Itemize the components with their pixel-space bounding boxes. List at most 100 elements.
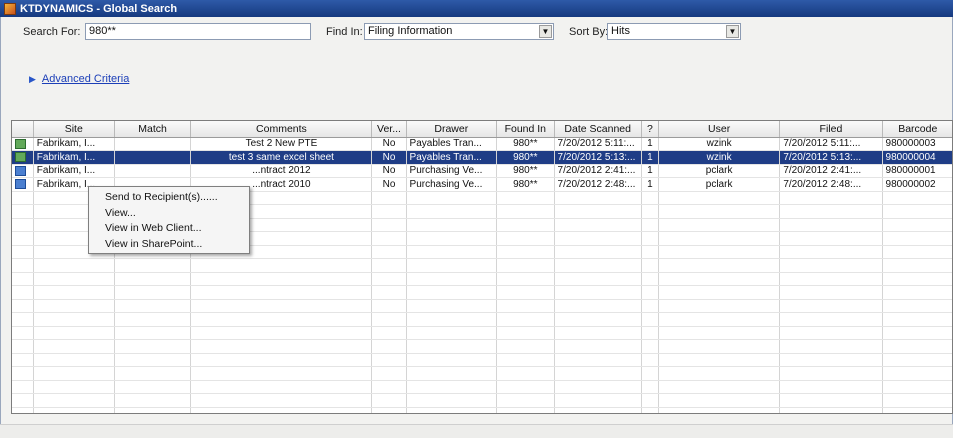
cell-filed: 7/20/2012 2:48:... <box>779 177 883 192</box>
cell-comments: Test 2 New PTE <box>190 137 373 151</box>
cell-match <box>114 150 192 165</box>
empty-row <box>12 312 952 327</box>
cell-date-scanned: 7/20/2012 5:13:... <box>554 150 642 165</box>
cell-filed: 7/20/2012 5:11:... <box>779 137 883 151</box>
empty-row <box>12 339 952 354</box>
cell-question: 1 <box>641 137 659 151</box>
cell-found-in: 980** <box>496 150 555 165</box>
results-table: Site Match Comments Ver... Drawer Found … <box>12 121 952 413</box>
cell-user: wzink <box>658 137 781 151</box>
menu-item-view-in-web-client[interactable]: View in Web Client... <box>89 221 249 237</box>
advanced-criteria-link[interactable]: ▶ Advanced Criteria <box>29 73 129 85</box>
column-header-date-scanned[interactable]: Date Scanned <box>554 121 642 138</box>
cell-barcode: 980000002 <box>882 177 952 192</box>
empty-row <box>12 299 952 313</box>
cell-date-scanned: 7/20/2012 2:41:... <box>554 164 642 178</box>
cell-filed: 7/20/2012 2:41:... <box>779 164 883 178</box>
cell-comments: ...ntract 2012 <box>190 164 373 178</box>
cell-barcode: 980000001 <box>882 164 952 178</box>
find-in-label: Find In: <box>326 26 363 38</box>
table-row[interactable]: Fabrikam, I... ...ntract 2012 No Purchas… <box>12 164 952 178</box>
column-header-user[interactable]: User <box>658 121 781 138</box>
empty-row <box>12 380 952 394</box>
find-in-select[interactable]: Filing Information ▼ <box>364 23 554 40</box>
column-header-barcode[interactable]: Barcode <box>882 121 952 138</box>
cell-site: Fabrikam, I... <box>33 150 115 165</box>
row-icon-cell <box>12 164 34 178</box>
window-title: KTDYNAMICS - Global Search <box>20 2 178 15</box>
expand-arrow-icon: ▶ <box>29 73 36 84</box>
chevron-down-icon[interactable]: ▼ <box>726 25 739 38</box>
search-for-label: Search For: <box>23 26 81 38</box>
empty-row <box>12 258 952 273</box>
find-in-value: Filing Information <box>368 25 453 37</box>
cell-found-in: 980** <box>496 164 555 178</box>
cell-user: pclark <box>658 164 781 178</box>
cell-version: No <box>371 177 407 192</box>
advanced-criteria-label[interactable]: Advanced Criteria <box>42 73 129 85</box>
title-bar: KTDYNAMICS - Global Search <box>0 0 953 17</box>
empty-row <box>12 407 952 413</box>
empty-row <box>12 366 952 381</box>
column-header-comments[interactable]: Comments <box>190 121 373 138</box>
cell-barcode: 980000004 <box>882 150 952 165</box>
cell-user: wzink <box>658 150 781 165</box>
chevron-down-icon[interactable]: ▼ <box>539 25 552 38</box>
cell-found-in: 980** <box>496 137 555 151</box>
column-header-found-in[interactable]: Found In <box>496 121 555 138</box>
cell-version: No <box>371 150 407 165</box>
column-header-question[interactable]: ? <box>641 121 659 138</box>
cell-comments: test 3 same excel sheet <box>190 150 373 165</box>
table-row[interactable]: Fabrikam, I... Test 2 New PTE No Payable… <box>12 137 952 151</box>
cell-drawer: Purchasing Ve... <box>406 164 498 178</box>
sort-by-label: Sort By: <box>569 26 609 38</box>
row-icon-cell <box>12 137 34 151</box>
cell-found-in: 980** <box>496 177 555 192</box>
app-icon <box>4 2 16 15</box>
cell-date-scanned: 7/20/2012 2:48:... <box>554 177 642 192</box>
menu-item-send-to-recipients[interactable]: Send to Recipient(s)...... <box>89 190 249 206</box>
cell-version: No <box>371 137 407 151</box>
cell-match <box>114 164 192 178</box>
menu-item-view-in-sharepoint[interactable]: View in SharePoint... <box>89 237 249 253</box>
empty-row <box>12 272 952 286</box>
search-for-input[interactable]: 980** <box>85 23 311 40</box>
column-header-match[interactable]: Match <box>114 121 192 138</box>
status-bar <box>0 424 953 438</box>
column-header-version[interactable]: Ver... <box>371 121 407 138</box>
row-icon-cell <box>12 177 34 192</box>
menu-item-view[interactable]: View... <box>89 206 249 222</box>
word-file-icon <box>15 179 26 190</box>
empty-row <box>12 326 952 340</box>
column-header-drawer[interactable]: Drawer <box>406 121 498 138</box>
sort-by-value: Hits <box>611 25 630 37</box>
cell-version: No <box>371 164 407 178</box>
cell-date-scanned: 7/20/2012 5:11:... <box>554 137 642 151</box>
context-menu: Send to Recipient(s)...... View... View … <box>88 186 250 254</box>
excel-file-icon <box>15 138 26 149</box>
cell-question: 1 <box>641 177 659 192</box>
cell-match <box>114 137 192 151</box>
empty-row <box>12 285 952 300</box>
column-header[interactable] <box>12 121 34 138</box>
cell-site: Fabrikam, I... <box>33 137 115 151</box>
excel-file-icon <box>15 152 26 163</box>
cell-filed: 7/20/2012 5:13:... <box>779 150 883 165</box>
cell-question: 1 <box>641 150 659 165</box>
cell-drawer: Payables Tran... <box>406 150 498 165</box>
cell-drawer: Purchasing Ve... <box>406 177 498 192</box>
table-header-row: Site Match Comments Ver... Drawer Found … <box>12 121 952 138</box>
table-row-selected[interactable]: Fabrikam, I... test 3 same excel sheet N… <box>12 150 952 165</box>
empty-row <box>12 393 952 408</box>
word-file-icon <box>15 165 26 176</box>
empty-row <box>12 353 952 367</box>
results-grid: Site Match Comments Ver... Drawer Found … <box>11 120 953 414</box>
column-header-filed[interactable]: Filed <box>779 121 883 138</box>
row-icon-cell <box>12 150 34 165</box>
sort-by-select[interactable]: Hits ▼ <box>607 23 741 40</box>
cell-user: pclark <box>658 177 781 192</box>
cell-question: 1 <box>641 164 659 178</box>
column-header-site[interactable]: Site <box>33 121 115 138</box>
cell-site: Fabrikam, I... <box>33 164 115 178</box>
cell-barcode: 980000003 <box>882 137 952 151</box>
